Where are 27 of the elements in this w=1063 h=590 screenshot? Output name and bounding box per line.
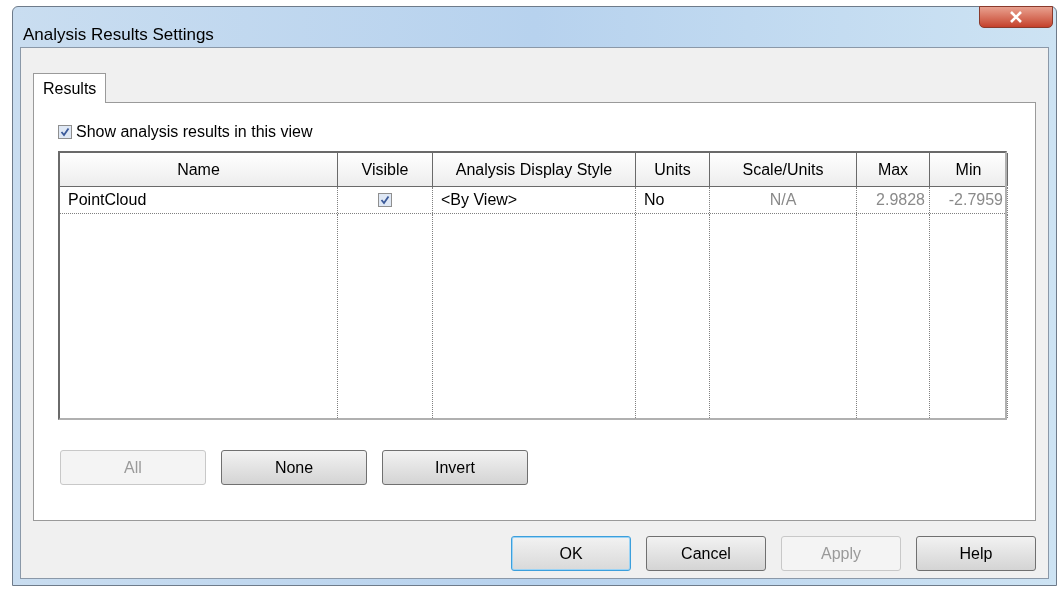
column-header[interactable]: Name [60, 153, 338, 186]
table-cell: <By View> [433, 187, 636, 213]
table-cell: -2.7959 [930, 187, 1008, 213]
table-cell: 2.9828 [857, 187, 930, 213]
checkmark-icon [380, 195, 390, 205]
checkbox-label: Show analysis results in this view [76, 122, 313, 142]
column-header[interactable]: Units [636, 153, 710, 186]
dialog-button[interactable]: Help [916, 536, 1036, 571]
window-title: Analysis Results Settings [23, 24, 214, 46]
column-header[interactable]: Scale/Units [710, 153, 857, 186]
close-icon [1009, 11, 1023, 23]
checkbox[interactable] [378, 193, 392, 207]
dialog-button[interactable]: None [221, 450, 367, 485]
column-header[interactable]: Analysis Display Style [433, 153, 636, 186]
checkbox[interactable] [58, 125, 72, 139]
dialog-button[interactable]: OK [511, 536, 631, 571]
column-header[interactable]: Visible [338, 153, 433, 186]
close-button[interactable] [979, 6, 1053, 28]
dialog-button[interactable]: Invert [382, 450, 528, 485]
dialog-button[interactable]: Cancel [646, 536, 766, 571]
checkmark-icon [60, 127, 70, 137]
table-cell: No [636, 187, 710, 213]
tab[interactable]: Results [33, 73, 107, 103]
column-header[interactable]: Max [857, 153, 930, 186]
table-cell: PointCloud [60, 187, 338, 213]
column-header[interactable]: Min [930, 153, 1008, 186]
table-cell: N/A [710, 187, 857, 213]
